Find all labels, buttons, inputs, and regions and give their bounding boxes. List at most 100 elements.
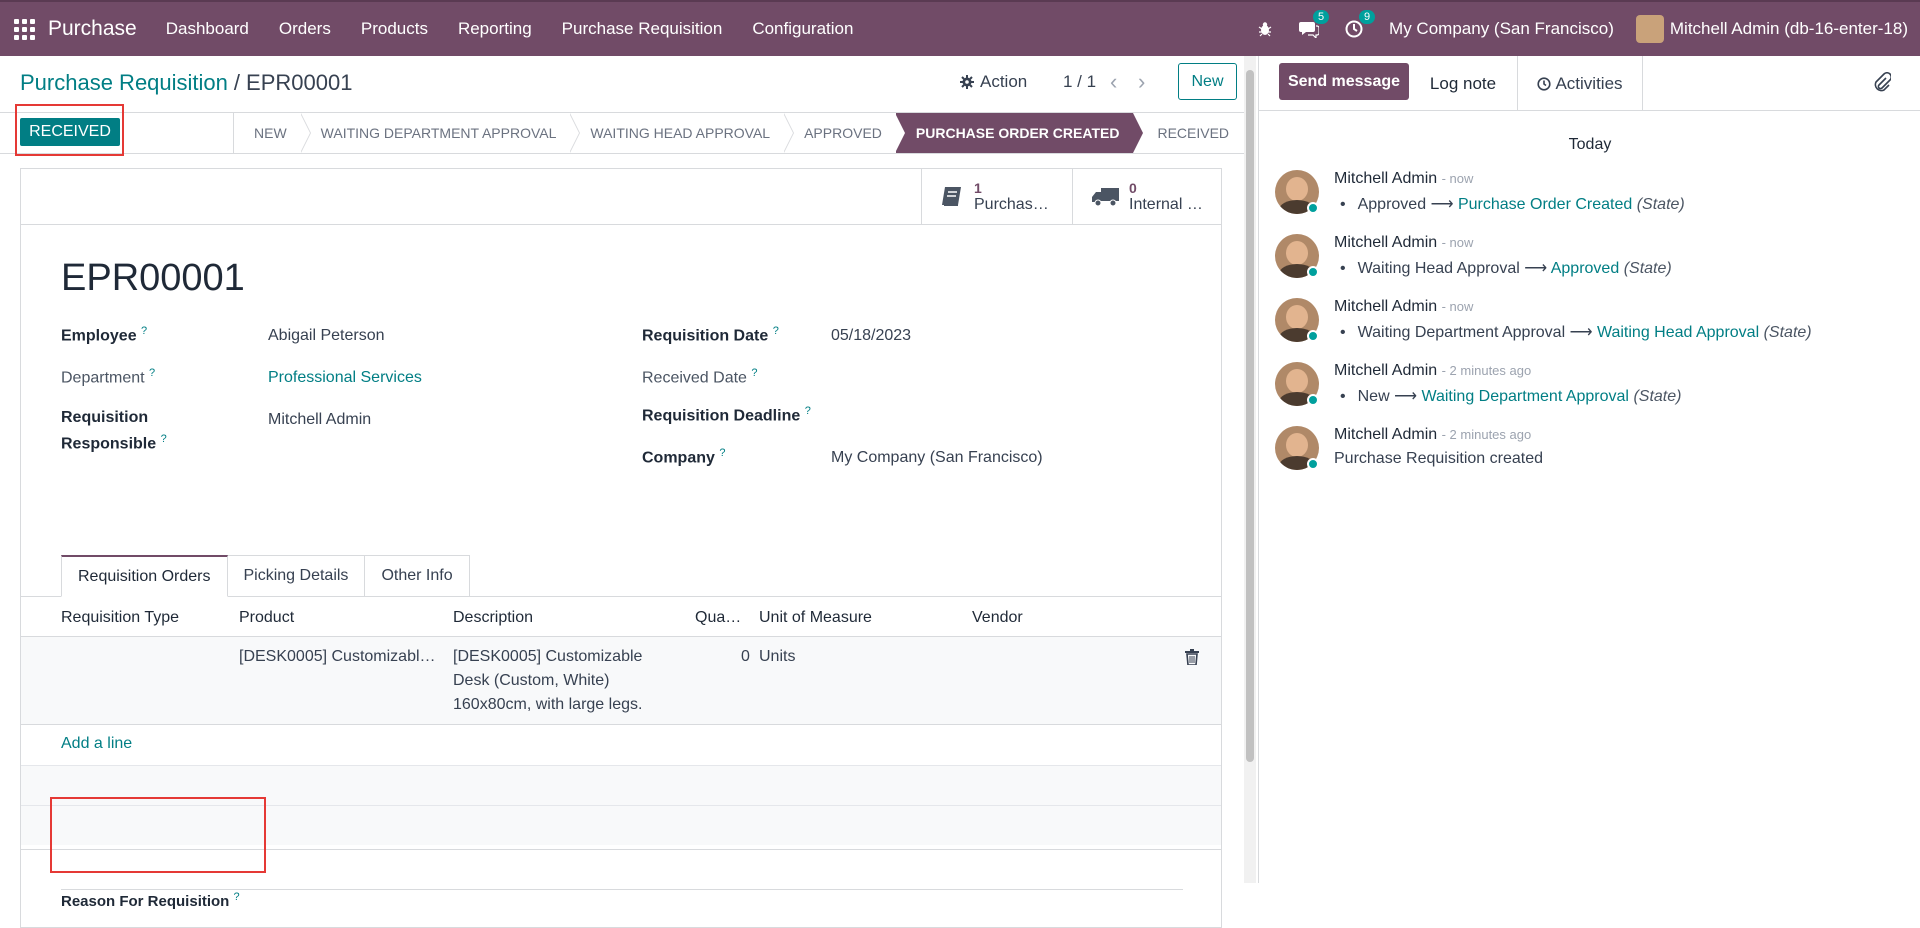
notebook-tabs: Requisition Orders Picking Details Other…	[61, 555, 470, 597]
arrow-right-icon: ⟶	[1569, 324, 1593, 341]
col-vendor[interactable]: Vendor	[972, 609, 1023, 627]
stage-new[interactable]: NEW	[234, 113, 311, 153]
employee-label: Employee ?	[61, 325, 147, 345]
received-date-field[interactable]	[831, 367, 1131, 389]
stage-purchase-order-created[interactable]: PURCHASE ORDER CREATED	[895, 113, 1144, 153]
help-icon[interactable]: ?	[773, 325, 779, 337]
responsible-label-line1: Requisition	[61, 409, 149, 426]
old-value: Approved	[1357, 196, 1427, 213]
menu-reporting[interactable]: Reporting	[443, 19, 547, 39]
message-text: Purchase Requisition created	[1334, 450, 1544, 467]
new-button[interactable]: New	[1178, 63, 1237, 100]
cell-quantity[interactable]: 0	[741, 645, 750, 669]
col-requisition-type[interactable]: Requisition Type	[61, 609, 179, 627]
tab-requisition-orders[interactable]: Requisition Orders	[61, 555, 228, 597]
menu-purchase-requisition[interactable]: Purchase Requisition	[547, 19, 738, 39]
menu-dashboard[interactable]: Dashboard	[151, 19, 264, 39]
help-icon[interactable]: ?	[805, 405, 811, 417]
user-menu[interactable]: Mitchell Admin (db-16-enter-18)	[1635, 15, 1908, 43]
messages-icon[interactable]: 5	[1299, 10, 1330, 38]
cell-description-line2[interactable]: Desk (Custom, White)	[453, 669, 609, 693]
new-value: Waiting Department Approval	[1421, 388, 1629, 405]
help-icon[interactable]: ?	[161, 433, 167, 445]
company-switcher[interactable]: My Company (San Francisco)	[1389, 19, 1614, 39]
menu-orders[interactable]: Orders	[264, 19, 346, 39]
scrollbar-thumb[interactable]	[1246, 70, 1254, 762]
new-value: Purchase Order Created	[1457, 196, 1633, 213]
menu-configuration[interactable]: Configuration	[737, 19, 868, 39]
activities-clock-icon[interactable]: 9	[1345, 10, 1376, 38]
pager-value[interactable]: 1 / 1	[1063, 72, 1096, 92]
breadcrumb-parent[interactable]: Purchase Requisition	[20, 70, 228, 95]
arrow-right-icon: ⟶	[1394, 388, 1418, 405]
app-grid-icon[interactable]	[14, 17, 38, 41]
cell-product[interactable]: [DESK0005] Customizabl…	[239, 645, 436, 669]
help-icon[interactable]: ?	[719, 447, 725, 459]
purchase-orders-smart-button[interactable]: 1 Purchas…	[921, 169, 1072, 225]
col-product[interactable]: Product	[239, 609, 294, 627]
deadline-field[interactable]	[831, 405, 1131, 427]
internal-label: Internal …	[1129, 196, 1203, 213]
label-text: Responsible	[61, 435, 157, 453]
new-value: Waiting Head Approval	[1596, 324, 1760, 341]
col-description[interactable]: Description	[453, 609, 533, 627]
stage-received[interactable]: RECEIVED	[1133, 113, 1243, 153]
help-icon[interactable]: ?	[149, 367, 155, 379]
log-note-button[interactable]: Log note	[1409, 56, 1517, 111]
add-line-link[interactable]: Add a line	[61, 735, 132, 753]
stage-approved[interactable]: APPROVED	[784, 113, 906, 153]
debug-bug-icon[interactable]	[1257, 21, 1273, 37]
chatter-header: Send message Log note Activities	[1259, 56, 1920, 111]
author-name[interactable]: Mitchell Admin	[1334, 426, 1437, 443]
cell-description-line3[interactable]: 160x80cm, with large legs.	[453, 693, 642, 717]
user-avatar	[1635, 15, 1664, 43]
internal-transfers-smart-button[interactable]: 0 Internal …	[1072, 169, 1221, 225]
chatter-panel: Send message Log note Activities Today M…	[1258, 56, 1920, 883]
menu-products[interactable]: Products	[346, 19, 443, 39]
requisition-date-field[interactable]: 05/18/2023	[831, 327, 911, 345]
table-row[interactable]: [DESK0005] Customizabl… [DESK0005] Custo…	[21, 637, 1221, 725]
paperclip-icon[interactable]	[1873, 71, 1893, 98]
employee-field[interactable]: Abigail Peterson	[268, 327, 385, 345]
pager-previous-icon[interactable]: ‹	[1110, 69, 1117, 95]
help-icon[interactable]: ?	[234, 891, 240, 903]
cell-uom[interactable]: Units	[759, 645, 795, 669]
online-status-dot	[1307, 266, 1319, 278]
stage-label: RECEIVED	[1157, 125, 1230, 141]
author-name[interactable]: Mitchell Admin	[1334, 362, 1437, 379]
action-menu-button[interactable]: Action	[960, 72, 1027, 92]
label-text: Requisition Date	[642, 327, 769, 345]
form-view: Purchase Requisition / EPR00001 Action 1 /…	[0, 56, 1256, 928]
author-name[interactable]: Mitchell Admin	[1334, 298, 1437, 315]
activities-button[interactable]: Activities	[1517, 56, 1643, 111]
company-field[interactable]: My Company (San Francisco)	[831, 449, 1043, 467]
purchase-count: 1	[974, 180, 982, 196]
cell-description-line1[interactable]: [DESK0005] Customizable	[453, 645, 642, 669]
breadcrumb-current: EPR00001	[246, 70, 353, 95]
tab-picking-details[interactable]: Picking Details	[227, 555, 366, 597]
help-icon[interactable]: ?	[751, 367, 757, 379]
responsible-field[interactable]: Mitchell Admin	[268, 411, 371, 429]
stage-waiting-department-approval[interactable]: WAITING DEPARTMENT APPROVAL	[301, 113, 581, 153]
col-unit-of-measure[interactable]: Unit of Measure	[759, 609, 872, 627]
author-name[interactable]: Mitchell Admin	[1334, 234, 1437, 251]
stage-waiting-head-approval[interactable]: WAITING HEAD APPROVAL	[570, 113, 795, 153]
col-quantity[interactable]: Qua…	[695, 609, 741, 627]
top-navbar: Purchase Dashboard Orders Products Repor…	[0, 0, 1920, 56]
message-time: - 2 minutes ago	[1441, 427, 1532, 442]
reason-label: Reason For Requisition ?	[61, 891, 240, 910]
department-field[interactable]: Professional Services	[268, 369, 422, 387]
form-scrollbar[interactable]	[1244, 56, 1256, 883]
pager-next-icon[interactable]: ›	[1138, 69, 1145, 95]
old-value: Waiting Head Approval	[1357, 260, 1520, 277]
activities-label: Activities	[1555, 73, 1623, 93]
tracked-field: (State)	[1763, 324, 1812, 341]
app-name[interactable]: Purchase	[48, 17, 137, 41]
responsible-label: Responsible ?	[61, 433, 167, 453]
tab-other-info[interactable]: Other Info	[365, 555, 470, 597]
trash-icon[interactable]	[1185, 649, 1199, 665]
author-name[interactable]: Mitchell Admin	[1334, 170, 1437, 187]
help-icon[interactable]: ?	[141, 325, 147, 337]
send-message-button[interactable]: Send message	[1279, 63, 1409, 100]
stage-label: PURCHASE ORDER CREATED	[915, 125, 1120, 141]
